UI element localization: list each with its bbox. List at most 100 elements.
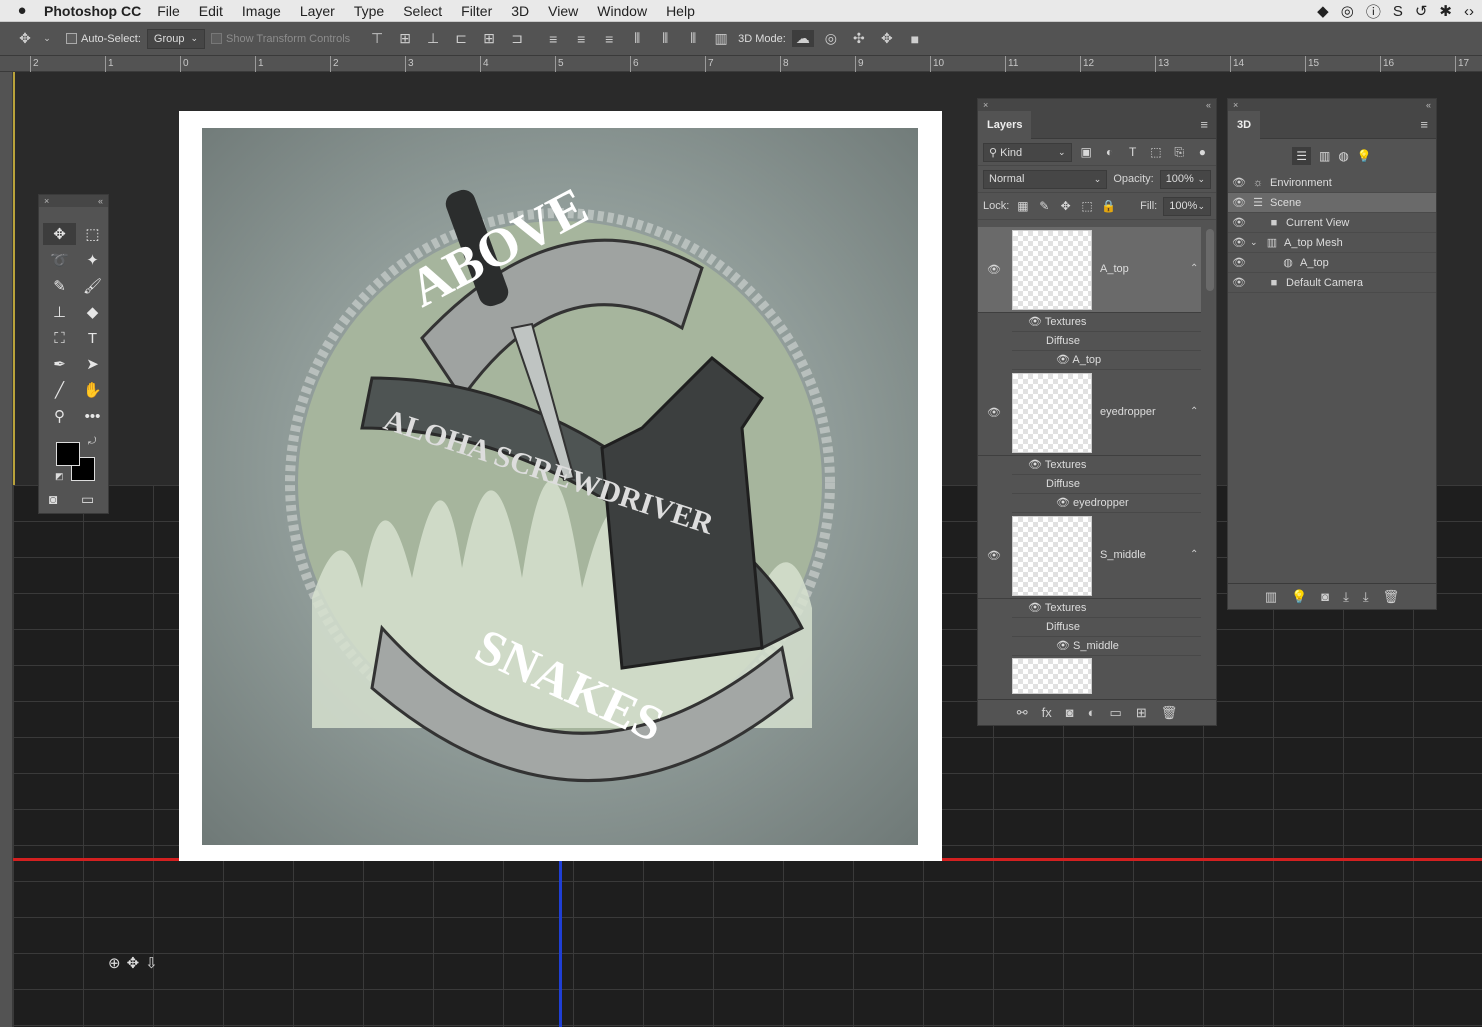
drop-to-ground-icon[interactable]: ⤓ <box>1343 589 1349 605</box>
filter-type-icon[interactable]: T <box>1124 145 1141 159</box>
opacity-field[interactable]: 100% ⌄ <box>1159 169 1211 189</box>
chevron-down-icon[interactable]: ⌄ <box>1250 237 1264 248</box>
tab-3d[interactable]: 3D <box>1228 110 1261 139</box>
align-bottom-icon[interactable]: ⊥ <box>422 30 444 47</box>
onepassword-icon[interactable]: ⓘ <box>1366 1 1381 22</box>
whole-scene-icon[interactable]: ☰ <box>1292 147 1311 165</box>
chevron-up-icon[interactable]: ⌃ <box>1190 549 1198 560</box>
dropbox-icon[interactable]: ◆ <box>1317 2 1329 20</box>
zoom-tool-icon[interactable]: ⚲ <box>43 405 76 427</box>
menu-type[interactable]: Type <box>354 3 384 19</box>
creative-cloud-icon[interactable]: ◎ <box>1341 2 1354 20</box>
filter-shape-icon[interactable]: ⬚ <box>1147 145 1164 159</box>
textures-row[interactable]: 👁 Textures <box>1012 456 1201 475</box>
delete-icon[interactable]: 🗑 <box>1383 589 1400 605</box>
roll-3d-icon[interactable]: ◎ <box>820 30 842 47</box>
texture-row[interactable]: 👁 S_middle <box>1012 637 1201 656</box>
panel-menu-icon[interactable]: ≡ <box>1200 117 1208 132</box>
menu-select[interactable]: Select <box>403 3 442 19</box>
eye-icon[interactable]: 👁 <box>1228 176 1250 189</box>
move-tool-icon[interactable]: ✥ <box>43 223 76 245</box>
eye-icon[interactable]: 👁 <box>1056 640 1070 652</box>
apple-icon[interactable]: ● <box>0 2 44 19</box>
menu-view[interactable]: View <box>548 3 578 19</box>
menu-window[interactable]: Window <box>597 3 647 19</box>
menu-image[interactable]: Image <box>242 3 281 19</box>
menu-edit[interactable]: Edit <box>199 3 223 19</box>
magic-wand-tool-icon[interactable]: ✦ <box>76 249 109 271</box>
hand-tool-icon[interactable]: ✋ <box>76 379 109 401</box>
delete-layer-icon[interactable]: 🗑 <box>1161 705 1178 721</box>
filter-smart-object-icon[interactable]: ⎘ <box>1171 145 1188 160</box>
layer-row[interactable]: 👁 eyedropper ⌃ <box>978 370 1201 456</box>
visibility-eye-icon[interactable]: 👁 <box>987 549 1001 562</box>
distribute-vcenter-icon[interactable]: ≡ <box>570 31 592 47</box>
slide-3d-icon[interactable]: ✥ <box>876 30 898 47</box>
brush-tool-icon[interactable]: 🖌 <box>76 275 109 297</box>
auto-select-dropdown[interactable]: Group ⌄ <box>146 28 206 49</box>
align-top-icon[interactable]: ⊤ <box>366 30 388 47</box>
distribute-top-icon[interactable]: ≡ <box>542 31 564 47</box>
collapse-icon[interactable]: « <box>1426 99 1431 111</box>
blend-mode-dropdown[interactable]: Normal ⌄ <box>983 169 1108 189</box>
show-transform-checkbox[interactable]: Show Transform Controls <box>211 33 350 45</box>
auto-select-checkbox[interactable]: Auto-Select: <box>66 33 141 45</box>
scrivener-icon[interactable]: S <box>1393 3 1403 20</box>
time-machine-icon[interactable]: ↺ <box>1415 2 1428 20</box>
edit-material-icon[interactable]: ◙ <box>1321 589 1329 604</box>
pan-3d-icon[interactable]: ✣ <box>848 30 870 47</box>
chevron-up-icon[interactable]: ⌃ <box>1190 406 1198 417</box>
layer-row[interactable]: 👁 A_top ⌃ <box>978 227 1201 313</box>
panel-menu-icon[interactable]: ≡ <box>1420 117 1428 132</box>
new-group-icon[interactable]: ▭ <box>1110 705 1122 721</box>
menu-file[interactable]: File <box>157 3 180 19</box>
scene-item-material[interactable]: 👁 ◍ A_top <box>1228 253 1436 273</box>
new-layer-icon[interactable]: ⊞ <box>1136 705 1147 721</box>
filter-pixel-icon[interactable]: ▣ <box>1078 145 1095 159</box>
quick-mask-icon[interactable]: ◙ <box>49 491 57 507</box>
type-tool-icon[interactable]: T <box>76 327 109 349</box>
stamp-tool-icon[interactable]: ⊥ <box>43 301 76 323</box>
eye-icon[interactable]: 👁 <box>1228 276 1250 289</box>
texture-row[interactable]: 👁 A_top <box>1012 351 1201 370</box>
chevron-down-icon[interactable]: ⌄ <box>42 33 52 44</box>
lasso-tool-icon[interactable]: ➰ <box>43 249 76 271</box>
lock-transparent-icon[interactable]: ▦ <box>1015 199 1030 213</box>
bucket-tool-icon[interactable]: ⛶ <box>43 327 76 349</box>
adjustment-layer-icon[interactable]: ◐ <box>1088 705 1096 720</box>
materials-icon[interactable]: ◍ <box>1338 149 1348 163</box>
link-layers-icon[interactable]: ⚯ <box>1017 705 1028 721</box>
textures-row[interactable]: 👁 Textures <box>1012 599 1201 618</box>
orbit-3d-icon[interactable]: ☁ <box>791 30 814 47</box>
align-hcenter-icon[interactable]: ⊞ <box>478 30 500 47</box>
eye-icon[interactable]: 👁 <box>1228 256 1250 269</box>
align-left-icon[interactable]: ⊏ <box>450 30 472 47</box>
visibility-eye-icon[interactable]: 👁 <box>987 406 1001 419</box>
auto-align-icon[interactable]: ▥ <box>710 30 732 47</box>
move-to-ground-icon[interactable]: ⤓ <box>1363 589 1369 605</box>
default-colors-icon[interactable]: ◩ <box>55 471 64 482</box>
layer-row[interactable]: 👁 S_middle ⌃ <box>978 513 1201 599</box>
eye-icon[interactable]: 👁 <box>1028 602 1042 614</box>
collapse-icon[interactable]: « <box>98 195 103 207</box>
menu-3d[interactable]: 3D <box>511 3 529 19</box>
distribute-right-icon[interactable]: ⦀ <box>682 30 704 47</box>
bluetooth-icon[interactable]: ✱ <box>1439 2 1452 20</box>
swap-colors-icon[interactable]: ⤾ <box>88 436 96 447</box>
tab-layers[interactable]: Layers <box>978 110 1032 139</box>
filter-toggle-icon[interactable]: ● <box>1194 145 1211 159</box>
render-icon[interactable]: ▥ <box>1265 589 1277 605</box>
collapse-icon[interactable]: « <box>1206 99 1211 111</box>
add-light-icon[interactable]: 💡 <box>1291 589 1307 605</box>
scene-item-environment[interactable]: 👁 ☼ Environment <box>1228 173 1436 193</box>
screen-mode-icon[interactable]: ▭ <box>81 491 94 508</box>
app-name[interactable]: Photoshop CC <box>44 3 141 19</box>
menu-help[interactable]: Help <box>666 3 695 19</box>
eye-icon[interactable]: 👁 <box>1056 354 1070 366</box>
marquee-tool-icon[interactable]: ⬚ <box>76 223 109 245</box>
move-tool-icon[interactable]: ✥ <box>14 30 36 47</box>
lock-all-icon[interactable]: 🔒 <box>1101 199 1116 213</box>
distribute-hcenter-icon[interactable]: ⦀ <box>654 30 676 47</box>
scene-item-current-view[interactable]: 👁 ■ Current View <box>1228 213 1436 233</box>
eraser-tool-icon[interactable]: ◆ <box>76 301 109 323</box>
